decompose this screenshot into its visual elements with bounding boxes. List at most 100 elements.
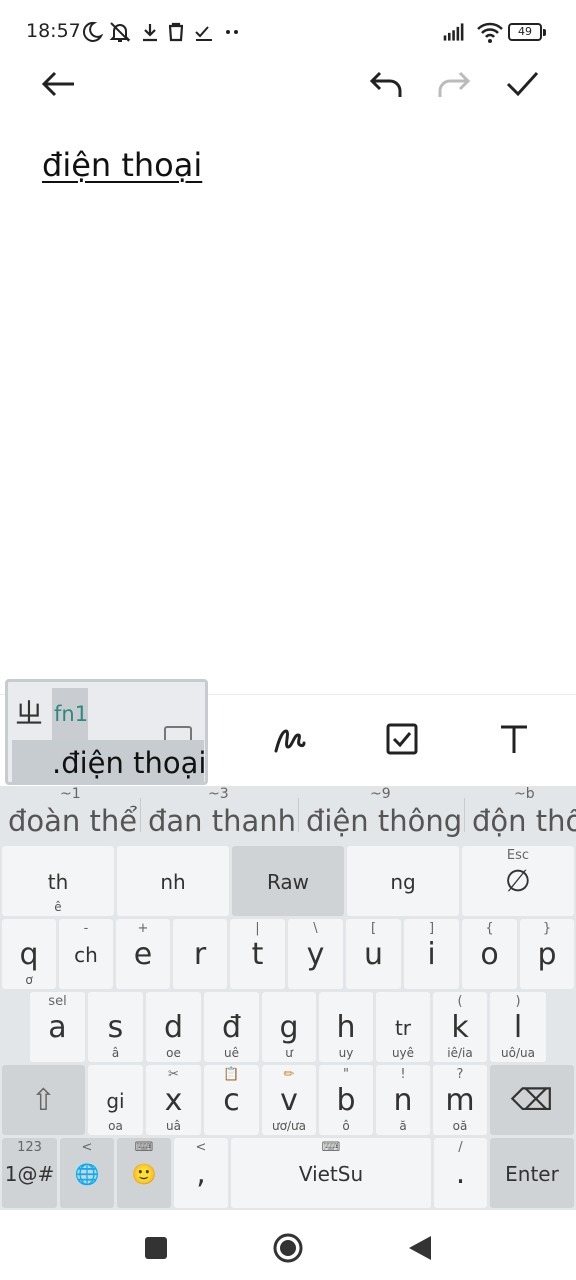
emoji-icon: 🙂: [131, 1162, 157, 1186]
save-check-button[interactable]: [500, 62, 544, 106]
key-esc[interactable]: Esc ∅: [462, 846, 574, 916]
key-sub-label: iê/ia: [447, 1046, 473, 1060]
redo-button[interactable]: [432, 62, 476, 106]
home-button[interactable]: [268, 1228, 308, 1268]
popup-word: .điện thoại: [52, 746, 207, 780]
suggestion-word: điện thông: [306, 804, 463, 838]
key-top-label: }: [542, 921, 552, 936]
popup-symbol[interactable]: ㄓ: [15, 692, 43, 732]
key-nh[interactable]: nh: [117, 846, 229, 916]
emoji-key[interactable]: ⌨ 🙂: [117, 1138, 171, 1208]
key-top-label: -: [83, 921, 89, 936]
comma-key[interactable]: < ,: [174, 1138, 228, 1208]
key-m[interactable]: ? m oă: [433, 1065, 487, 1135]
key-tr[interactable]: tr uyê: [376, 992, 430, 1062]
key-v[interactable]: ✏ v ươ/ưa: [262, 1065, 316, 1135]
mute-bell-icon: [109, 22, 131, 42]
key-th[interactable]: th ê: [2, 846, 114, 916]
back-nav-button[interactable]: [400, 1228, 440, 1268]
suggestion-hint: ~b: [514, 786, 535, 802]
handwriting-button[interactable]: [266, 715, 314, 763]
backspace-key[interactable]: ⌫: [490, 1065, 574, 1135]
suggestion-item[interactable]: ~b độn thổ: [472, 786, 576, 844]
key-y[interactable]: \ y: [288, 919, 343, 989]
key-top-label: {: [485, 921, 494, 936]
empty-set-icon: ∅: [504, 864, 532, 899]
key-n[interactable]: ! n ă: [376, 1065, 430, 1135]
key-l[interactable]: ) l uô/ua: [490, 992, 546, 1062]
key-top-label: (: [457, 994, 463, 1009]
triangle-back-icon: [409, 1236, 431, 1260]
status-bar: 18:57 49: [0, 0, 576, 64]
recents-button[interactable]: [136, 1228, 176, 1268]
language-key[interactable]: < 🌐: [60, 1138, 114, 1208]
key-d[interactable]: d oe: [146, 992, 201, 1062]
key-h[interactable]: h uy: [319, 992, 373, 1062]
keyboard-popup: ㄓ fn1 .điện thoại: [5, 679, 208, 785]
key-sub-label: uy: [338, 1046, 354, 1060]
key-e[interactable]: + e: [116, 919, 170, 989]
key-sub-label: ă: [399, 1119, 407, 1133]
suggestion-divider: [140, 798, 141, 832]
key-label: .: [455, 1156, 466, 1191]
key-dd[interactable]: đ uê: [204, 992, 259, 1062]
keyboard-icon: ⌨: [321, 1140, 341, 1155]
wifi-icon: [477, 22, 503, 43]
suggestion-item[interactable]: ~1 đoàn thể: [8, 786, 137, 844]
undo-button[interactable]: [364, 62, 408, 106]
scissors-icon: ✂: [168, 1067, 179, 1082]
key-r[interactable]: r: [173, 919, 227, 989]
key-p[interactable]: } p: [520, 919, 574, 989]
key-ch[interactable]: - ch: [59, 919, 113, 989]
backspace-icon: ⌫: [510, 1083, 554, 1118]
period-key[interactable]: / .: [434, 1138, 487, 1208]
key-s[interactable]: s â: [88, 992, 143, 1062]
key-label: 1@#: [4, 1162, 55, 1186]
note-text-field[interactable]: điện thoại: [42, 146, 202, 184]
key-label: y: [306, 937, 325, 972]
signal-icon: [443, 23, 464, 41]
key-gi[interactable]: gi oa: [88, 1065, 143, 1135]
key-t[interactable]: | t: [230, 919, 285, 989]
key-label: n: [393, 1083, 413, 1118]
text-format-button[interactable]: [490, 715, 538, 763]
key-o[interactable]: { o: [462, 919, 517, 989]
fn1-label: fn1: [54, 702, 89, 726]
key-top-label: |: [255, 921, 260, 936]
key-x[interactable]: ✂ x uâ: [146, 1065, 201, 1135]
key-sub-label: oă: [452, 1119, 468, 1133]
key-sub-label: â: [111, 1046, 120, 1060]
key-sub-label: uâ: [166, 1119, 181, 1133]
key-label: u: [363, 937, 383, 972]
key-label: gi: [106, 1089, 125, 1113]
check-icon: [506, 71, 539, 97]
key-label: e: [133, 937, 153, 972]
key-c[interactable]: 📋 c: [204, 1065, 259, 1135]
back-button[interactable]: [36, 62, 80, 106]
suggestion-item[interactable]: ~9 điện thông: [306, 786, 463, 844]
suggestion-word: độn thổ: [472, 804, 576, 838]
key-q[interactable]: q ơ: [2, 919, 56, 989]
key-b[interactable]: " b ô: [319, 1065, 373, 1135]
symbols-key[interactable]: 123 1@#: [2, 1138, 57, 1208]
key-raw[interactable]: Raw: [232, 846, 344, 916]
key-top-label: sel: [48, 994, 67, 1009]
key-ng[interactable]: ng: [347, 846, 459, 916]
trash-icon: [168, 22, 184, 42]
suggestion-item[interactable]: ~3 đan thanh: [148, 786, 296, 844]
key-g[interactable]: g ư: [262, 992, 316, 1062]
redo-icon: [438, 71, 471, 97]
home-circle-icon: [273, 1233, 303, 1263]
enter-key[interactable]: Enter: [490, 1138, 574, 1208]
shift-key[interactable]: ⇧: [2, 1065, 85, 1135]
fn1-key[interactable]: fn1: [52, 688, 88, 746]
checklist-button[interactable]: [378, 715, 426, 763]
key-a[interactable]: sel a: [30, 992, 85, 1062]
space-key[interactable]: ⌨ VietSu: [231, 1138, 431, 1208]
key-k[interactable]: ( k iê/ia: [433, 992, 487, 1062]
key-i[interactable]: ] i: [404, 919, 459, 989]
key-u[interactable]: [ u: [346, 919, 401, 989]
key-label: Raw: [266, 870, 310, 894]
key-top-label: 123: [17, 1140, 42, 1155]
key-top-label: ): [515, 994, 521, 1009]
